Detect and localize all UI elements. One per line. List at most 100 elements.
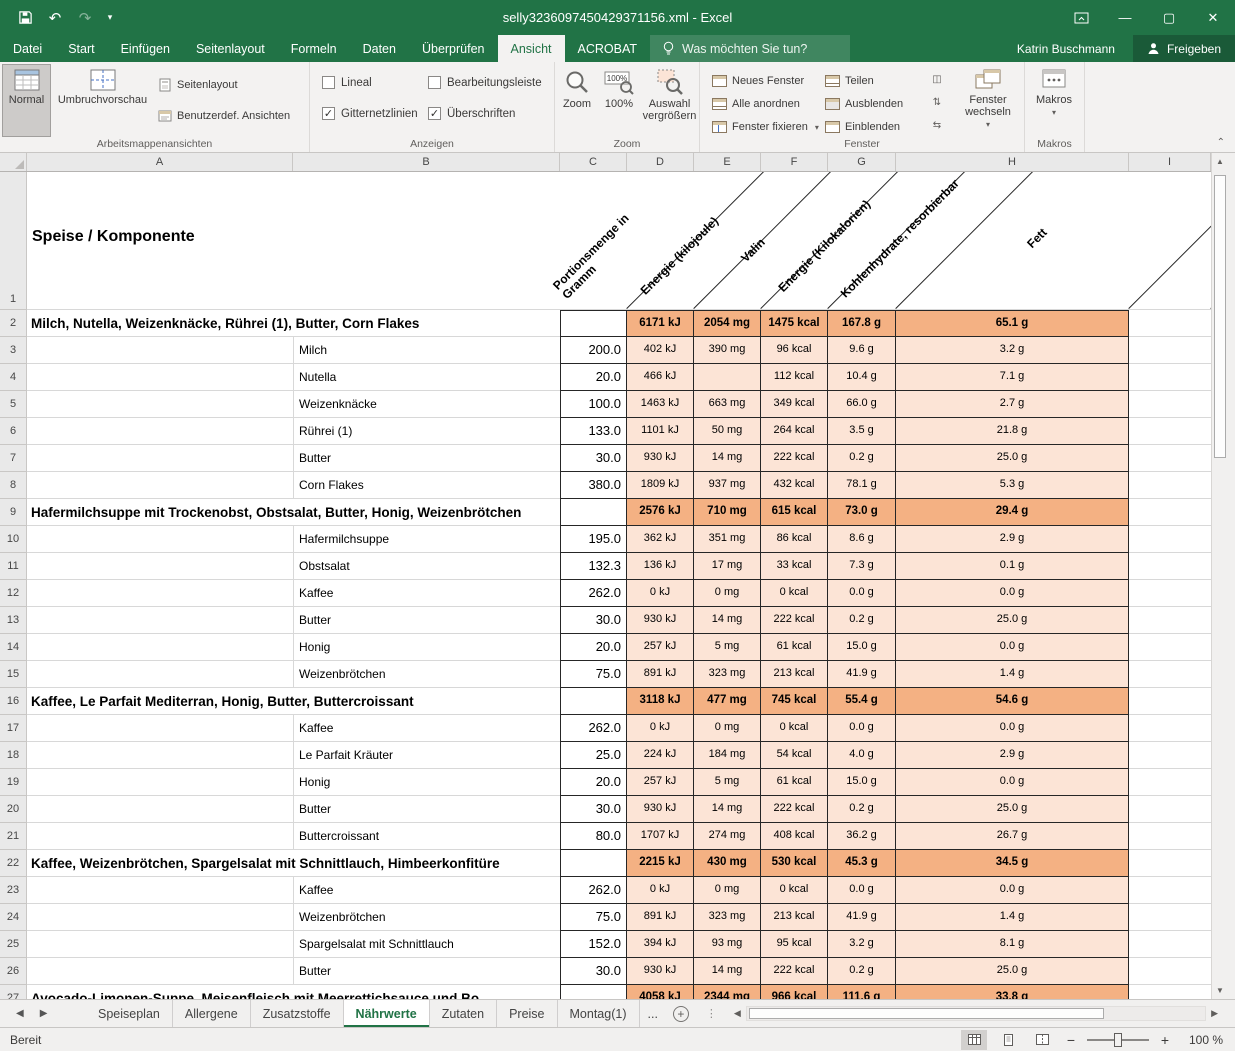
portion-cell[interactable] — [560, 499, 627, 526]
view-normal-icon[interactable] — [961, 1030, 987, 1050]
fat-cell[interactable]: 25.0 g — [896, 445, 1129, 472]
energy-kcal-cell[interactable]: 966 kcal — [761, 985, 828, 999]
dish-label-cell[interactable]: Spargelsalat mit Schnittlauch — [27, 931, 560, 958]
fat-cell[interactable]: 34.5 g — [896, 850, 1129, 877]
row-header-5[interactable]: 5 — [0, 391, 26, 418]
valin-cell[interactable]: 323 mg — [694, 661, 761, 688]
corner-title[interactable]: Speise / Komponente — [32, 228, 195, 246]
menu-tab-seitenlayout[interactable]: Seitenlayout — [183, 35, 278, 62]
valin-cell[interactable]: 274 mg — [694, 823, 761, 850]
carbs-cell[interactable]: 0.2 g — [828, 796, 896, 823]
rotated-header-energy-kj[interactable]: Energie (kilojoule) — [638, 214, 721, 297]
fat-cell[interactable]: 1.4 g — [896, 661, 1129, 688]
row-header-11[interactable]: 11 — [0, 553, 26, 580]
unhide-button[interactable]: Einblenden — [825, 117, 900, 137]
energy-kcal-cell[interactable]: 408 kcal — [761, 823, 828, 850]
energy-kj-cell[interactable]: 1707 kJ — [627, 823, 694, 850]
portion-cell[interactable]: 195.0 — [560, 526, 627, 553]
arrange-all-button[interactable]: Alle anordnen — [712, 94, 800, 114]
checkbox-gitternetzlinien[interactable]: Gitternetzlinien — [322, 107, 418, 120]
energy-kcal-cell[interactable]: 96 kcal — [761, 337, 828, 364]
tab-scroll-splitter[interactable]: ⋮ — [696, 1000, 727, 1027]
fat-cell[interactable]: 0.0 g — [896, 769, 1129, 796]
horizontal-scrollbar-thumb[interactable] — [749, 1008, 1104, 1019]
empty-cell[interactable] — [1129, 337, 1211, 364]
carbs-cell[interactable]: 0.0 g — [828, 580, 896, 607]
empty-cell[interactable] — [1129, 661, 1211, 688]
energy-kj-cell[interactable]: 6171 kJ — [627, 310, 694, 337]
row-header-1[interactable]: 1 — [0, 172, 26, 310]
rotated-header-valin[interactable]: Valin — [738, 235, 768, 265]
horizontal-scrollbar-track[interactable] — [746, 1006, 1206, 1021]
checkbox-lineal[interactable]: Lineal — [322, 76, 372, 89]
empty-cell[interactable] — [1129, 958, 1211, 985]
energy-kcal-cell[interactable]: 213 kcal — [761, 661, 828, 688]
empty-cell[interactable] — [1129, 607, 1211, 634]
empty-cell[interactable] — [1129, 688, 1211, 715]
split-button[interactable]: Teilen — [825, 71, 874, 91]
row-header-7[interactable]: 7 — [0, 445, 26, 472]
valin-cell[interactable]: 0 mg — [694, 877, 761, 904]
valin-cell[interactable]: 5 mg — [694, 769, 761, 796]
empty-cell[interactable] — [1129, 715, 1211, 742]
energy-kj-cell[interactable]: 930 kJ — [627, 445, 694, 472]
zoom-slider[interactable] — [1087, 1039, 1149, 1041]
menu-tab-daten[interactable]: Daten — [350, 35, 409, 62]
empty-cell[interactable] — [1129, 823, 1211, 850]
dish-label-cell[interactable]: Kaffee — [27, 580, 560, 607]
dish-label-cell[interactable]: Weizenbrötchen — [27, 661, 560, 688]
empty-cell[interactable] — [1129, 796, 1211, 823]
empty-cell[interactable] — [1129, 310, 1211, 337]
dish-label-cell[interactable]: Milch, Nutella, Weizenknäcke, Rührei (1)… — [27, 310, 560, 337]
energy-kcal-cell[interactable]: 222 kcal — [761, 607, 828, 634]
valin-cell[interactable]: 14 mg — [694, 445, 761, 472]
dish-label-cell[interactable]: Honig — [27, 634, 560, 661]
tell-me-search[interactable]: Was möchten Sie tun? — [650, 35, 850, 62]
carbs-cell[interactable]: 111.6 g — [828, 985, 896, 999]
minimize-icon[interactable]: — — [1103, 0, 1147, 35]
row-header-6[interactable]: 6 — [0, 418, 26, 445]
zoom-slider-thumb[interactable] — [1114, 1033, 1122, 1047]
row-header-13[interactable]: 13 — [0, 607, 26, 634]
portion-cell[interactable]: 380.0 — [560, 472, 627, 499]
fat-cell[interactable]: 2.9 g — [896, 742, 1129, 769]
dish-label-cell[interactable]: Milch — [27, 337, 560, 364]
dish-label-cell[interactable]: Weizenknäcke — [27, 391, 560, 418]
fat-cell[interactable]: 2.9 g — [896, 526, 1129, 553]
portion-cell[interactable] — [560, 850, 627, 877]
dish-label-cell[interactable]: Kaffee, Le Parfait Mediterran, Honig, Bu… — [27, 688, 560, 715]
portion-cell[interactable]: 30.0 — [560, 607, 627, 634]
view-page-layout-icon[interactable] — [995, 1030, 1021, 1050]
fat-cell[interactable]: 3.2 g — [896, 337, 1129, 364]
valin-cell[interactable]: 14 mg — [694, 607, 761, 634]
energy-kj-cell[interactable]: 1101 kJ — [627, 418, 694, 445]
valin-cell[interactable]: 0 mg — [694, 580, 761, 607]
rotated-header-fat[interactable]: Fett — [1024, 225, 1049, 250]
zoom-button[interactable]: Zoom — [557, 65, 597, 136]
carbs-cell[interactable]: 167.8 g — [828, 310, 896, 337]
energy-kj-cell[interactable]: 402 kJ — [627, 337, 694, 364]
empty-cell[interactable] — [1129, 391, 1211, 418]
column-header-B[interactable]: B — [293, 153, 560, 171]
zoom-in-icon[interactable]: + — [1157, 1032, 1173, 1048]
row-header-14[interactable]: 14 — [0, 634, 26, 661]
valin-cell[interactable]: 477 mg — [694, 688, 761, 715]
valin-cell[interactable]: 390 mg — [694, 337, 761, 364]
scroll-down-icon[interactable]: ▼ — [1212, 982, 1228, 999]
energy-kj-cell[interactable]: 0 kJ — [627, 877, 694, 904]
energy-kcal-cell[interactable]: 222 kcal — [761, 445, 828, 472]
energy-kcal-cell[interactable]: 0 kcal — [761, 715, 828, 742]
freeze-panes-button[interactable]: Fenster fixieren ▾ — [712, 117, 819, 137]
row-header-9[interactable]: 9 — [0, 499, 26, 526]
portion-cell[interactable]: 25.0 — [560, 742, 627, 769]
rotated-header-carbs[interactable]: Kohlenhydrate, resorbierbar — [838, 176, 962, 300]
energy-kj-cell[interactable]: 3118 kJ — [627, 688, 694, 715]
row-header-10[interactable]: 10 — [0, 526, 26, 553]
normal-view-button[interactable]: Normal — [3, 65, 50, 136]
fat-cell[interactable]: 7.1 g — [896, 364, 1129, 391]
energy-kcal-cell[interactable]: 222 kcal — [761, 796, 828, 823]
energy-kcal-cell[interactable]: 112 kcal — [761, 364, 828, 391]
empty-cell[interactable] — [1129, 418, 1211, 445]
row-header-18[interactable]: 18 — [0, 742, 26, 769]
scroll-left-icon[interactable]: ◀ — [729, 1008, 746, 1019]
